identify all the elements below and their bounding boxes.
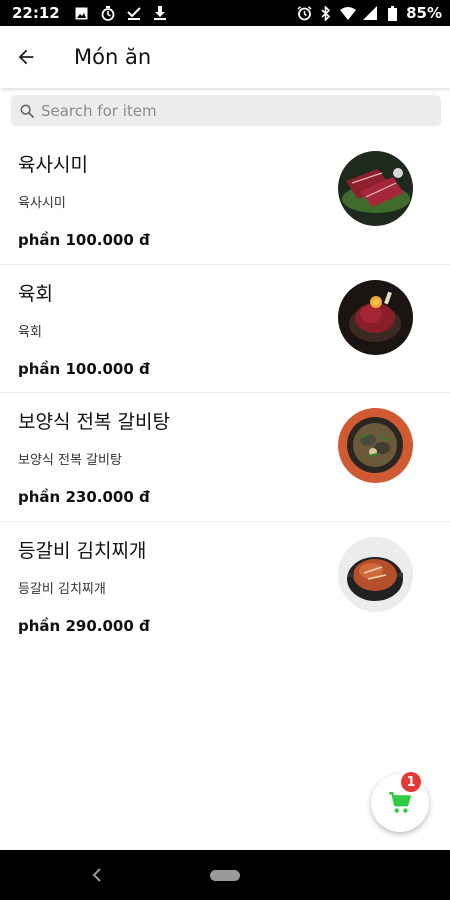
alarm-icon bbox=[296, 5, 312, 21]
menu-item-list: 육사시미 육사시미 phần 100.000 đ 육회 육회 phần 100.… bbox=[0, 136, 450, 650]
app-bar: Món ăn bbox=[0, 26, 450, 88]
cart-button[interactable]: 1 bbox=[371, 772, 429, 832]
item-name: 육사시미 bbox=[18, 154, 88, 176]
search-icon bbox=[20, 104, 34, 118]
status-time: 22:12 bbox=[12, 4, 60, 22]
item-price: phần 230.000 đ bbox=[18, 488, 150, 506]
item-name: 육회 bbox=[18, 282, 53, 305]
item-description: 육회 bbox=[18, 324, 42, 340]
search-bar[interactable] bbox=[11, 95, 441, 126]
item-description: 보양식 전복 갈비탕 bbox=[18, 453, 122, 468]
shopping-cart-icon bbox=[389, 792, 411, 813]
search-input[interactable] bbox=[41, 101, 421, 120]
list-item[interactable]: 등갈비 김치찌개 등갈비 김치찌개 phần 290.000 đ bbox=[0, 522, 450, 651]
battery-percentage: 85% bbox=[406, 4, 442, 22]
download-icon bbox=[152, 5, 168, 21]
list-item[interactable]: 보양식 전복 갈비탕 보양식 전복 갈비탕 phần 230.000 đ bbox=[0, 393, 450, 522]
item-image[interactable] bbox=[338, 408, 413, 483]
signal-icon bbox=[362, 5, 378, 21]
image-icon bbox=[74, 5, 90, 21]
arrow-left-icon bbox=[18, 49, 34, 65]
list-item[interactable]: 육회 육회 phần 100.000 đ bbox=[0, 265, 450, 393]
page-title: Món ăn bbox=[74, 45, 152, 69]
nav-home-pill[interactable] bbox=[210, 869, 240, 881]
cart-count-badge: 1 bbox=[401, 772, 421, 792]
nav-back-icon[interactable] bbox=[88, 866, 106, 884]
wifi-icon bbox=[340, 5, 357, 21]
item-description: 육사시미 bbox=[18, 196, 66, 211]
system-navigation-bar bbox=[0, 850, 450, 900]
item-price: phần 100.000 đ bbox=[18, 359, 150, 378]
item-image[interactable] bbox=[338, 536, 413, 612]
back-button[interactable] bbox=[0, 29, 54, 85]
bluetooth-icon bbox=[318, 5, 334, 21]
battery-icon bbox=[384, 5, 400, 21]
item-price: phần 100.000 đ bbox=[18, 231, 150, 249]
item-name: 보양식 전복 갈비탕 bbox=[18, 411, 170, 433]
item-description: 등갈비 김치찌개 bbox=[18, 581, 106, 597]
status-bar: 22:12 85% bbox=[0, 0, 450, 26]
item-price: phần 290.000 đ bbox=[18, 616, 150, 635]
timer-icon bbox=[100, 5, 116, 21]
item-image[interactable] bbox=[338, 279, 413, 355]
item-image[interactable] bbox=[338, 151, 413, 226]
list-item[interactable]: 육사시미 육사시미 phần 100.000 đ bbox=[0, 136, 450, 265]
check-icon bbox=[126, 5, 142, 21]
item-name: 등갈비 김치찌개 bbox=[18, 539, 147, 562]
